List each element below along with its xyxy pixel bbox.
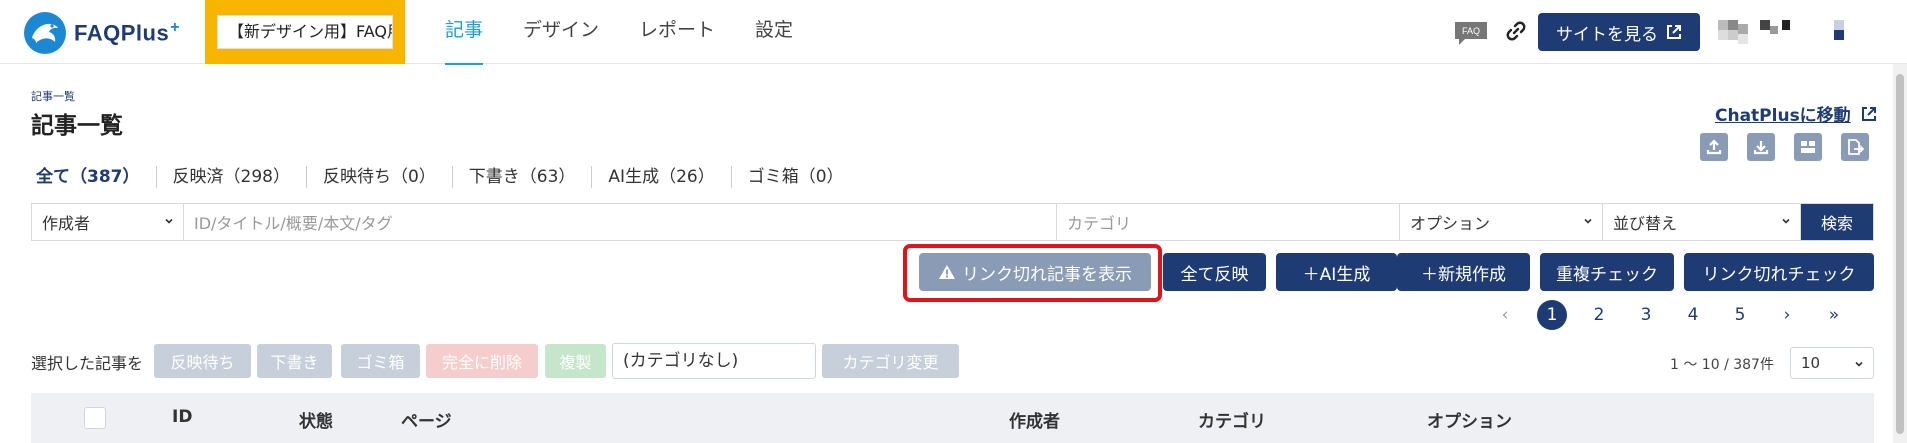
broken-link-check-button[interactable]: リンク切れチェック — [1684, 253, 1874, 291]
bulk-copy-button[interactable]: 複製 — [545, 344, 606, 378]
sort-select-value: 並び替え — [1613, 214, 1678, 233]
external-link-icon — [1861, 106, 1876, 121]
last-page-button[interactable]: » — [1819, 300, 1849, 330]
nav-design[interactable]: デザイン — [523, 0, 599, 64]
status-tabs: 全て（387） 反映済（298） 反映待ち（0） 下書き（63） AI生成（26… — [36, 165, 860, 189]
tab-trash[interactable]: ゴミ箱（0） — [732, 166, 860, 188]
tab-draft[interactable]: 下書き（63） — [453, 166, 593, 188]
site-selector-box: 【新デザイン用】FAQ用 — [205, 0, 405, 64]
page-2-button[interactable]: 2 — [1584, 300, 1614, 330]
site-selector[interactable]: 【新デザイン用】FAQ用 — [217, 15, 393, 49]
column-id[interactable]: ID — [172, 407, 192, 427]
chatplus-link[interactable]: ChatPlusに移動 — [1715, 101, 1877, 126]
option-select-value: オプション — [1410, 214, 1491, 233]
svg-text:FAQ: FAQ — [1462, 26, 1480, 36]
column-page[interactable]: ページ — [401, 407, 452, 432]
bulk-pending-button[interactable]: 反映待ち — [154, 344, 251, 378]
page-5-button[interactable]: 5 — [1725, 300, 1755, 330]
column-option[interactable]: オプション — [1427, 407, 1512, 432]
nav-articles[interactable]: 記事 — [445, 0, 484, 65]
chatplus-link-label: ChatPlusに移動 — [1715, 106, 1851, 126]
author-select-value: 作成者 — [42, 214, 91, 233]
show-broken-link-articles-button[interactable]: リンク切れ記事を表示 — [919, 253, 1151, 291]
faq-chat-icon[interactable]: FAQ — [1453, 20, 1489, 46]
page-1-button[interactable]: 1 — [1537, 300, 1567, 330]
column-status[interactable]: 状態 — [299, 407, 333, 432]
filter-bar: 作成者 ID/タイトル/概要/本文/タグ カテゴリ オプション 並び替え 検索 — [31, 203, 1874, 241]
warning-icon — [939, 265, 955, 279]
nav-settings[interactable]: 設定 — [755, 0, 793, 64]
bulk-category-select[interactable]: (カテゴリなし) — [612, 343, 816, 379]
dolphin-logo-icon — [24, 12, 66, 54]
publish-all-button[interactable]: 全て反映 — [1163, 253, 1266, 291]
view-site-label: サイトを見る — [1556, 24, 1658, 45]
bulk-action-label: 選択した記事を — [31, 354, 144, 373]
tool-icons — [1700, 133, 1888, 161]
chevron-down-icon — [1855, 361, 1863, 367]
bulk-trash-button[interactable]: ゴミ箱 — [341, 344, 420, 378]
duplicate-check-button[interactable]: 重複チェック — [1540, 253, 1674, 291]
faqplus-logo[interactable]: FAQPlus+ — [22, 10, 192, 56]
top-header: FAQPlus+ 【新デザイン用】FAQ用 記事 デザイン レポート 設定 FA… — [0, 0, 1907, 65]
show-broken-link-articles-label: リンク切れ記事を表示 — [962, 264, 1132, 285]
logo-text: FAQPlus+ — [74, 19, 181, 46]
column-author[interactable]: 作成者 — [1009, 407, 1060, 432]
download-icon[interactable] — [1747, 133, 1775, 161]
column-category[interactable]: カテゴリ — [1198, 407, 1266, 432]
tab-pending[interactable]: 反映待ち（0） — [307, 166, 453, 188]
external-link-icon — [1667, 25, 1681, 39]
select-all-checkbox[interactable] — [84, 407, 106, 429]
option-select[interactable]: オプション — [1400, 204, 1603, 240]
chevron-down-icon — [1782, 218, 1790, 224]
export-file-icon[interactable] — [1841, 133, 1869, 161]
page-4-button[interactable]: 4 — [1678, 300, 1708, 330]
page-title: 記事一覧 — [31, 113, 123, 139]
breadcrumb[interactable]: 記事一覧 — [31, 88, 75, 104]
next-page-button[interactable]: › — [1772, 300, 1802, 330]
scrollbar-thumb[interactable] — [1896, 74, 1904, 434]
link-icon[interactable] — [1504, 19, 1528, 43]
bulk-delete-button[interactable]: 完全に削除 — [426, 344, 538, 378]
page-3-button[interactable]: 3 — [1631, 300, 1661, 330]
keyword-search-input[interactable]: ID/タイトル/概要/本文/タグ — [184, 204, 1057, 240]
pagination: ‹ 1 2 3 4 5 › » — [1490, 300, 1866, 330]
vertical-scrollbar[interactable] — [1893, 64, 1907, 443]
user-avatar-icon[interactable] — [1718, 18, 1868, 46]
view-site-button[interactable]: サイトを見る — [1538, 13, 1700, 51]
bulk-draft-button[interactable]: 下書き — [257, 344, 332, 378]
prev-page-button[interactable]: ‹ — [1490, 300, 1520, 330]
table-header: ID 状態 ページ 作成者 カテゴリ オプション — [31, 393, 1874, 443]
chevron-down-icon — [165, 218, 173, 224]
bulk-category-change-button[interactable]: カテゴリ変更 — [822, 344, 959, 378]
layout-icon[interactable] — [1794, 133, 1822, 161]
tab-published[interactable]: 反映済（298） — [157, 166, 307, 188]
author-select[interactable]: 作成者 — [32, 204, 184, 240]
per-page-value: 10 — [1801, 354, 1821, 372]
tab-all[interactable]: 全て（387） — [36, 166, 157, 188]
tab-ai-generated[interactable]: AI生成（26） — [592, 166, 732, 188]
upload-icon[interactable] — [1700, 133, 1728, 161]
sort-select[interactable]: 並び替え — [1603, 204, 1801, 240]
category-input[interactable]: カテゴリ — [1057, 204, 1400, 240]
main-nav: 記事 デザイン レポート 設定 — [445, 0, 833, 65]
per-page-select[interactable]: 10 — [1790, 347, 1874, 379]
nav-report[interactable]: レポート — [639, 0, 715, 64]
chevron-down-icon — [1584, 218, 1592, 224]
search-button[interactable]: 検索 — [1801, 204, 1873, 240]
result-count: 1 ～ 10 / 387件 — [1670, 357, 1774, 373]
ai-generate-button[interactable]: ＋AI生成 — [1276, 253, 1397, 291]
new-article-button[interactable]: ＋新規作成 — [1397, 253, 1530, 291]
